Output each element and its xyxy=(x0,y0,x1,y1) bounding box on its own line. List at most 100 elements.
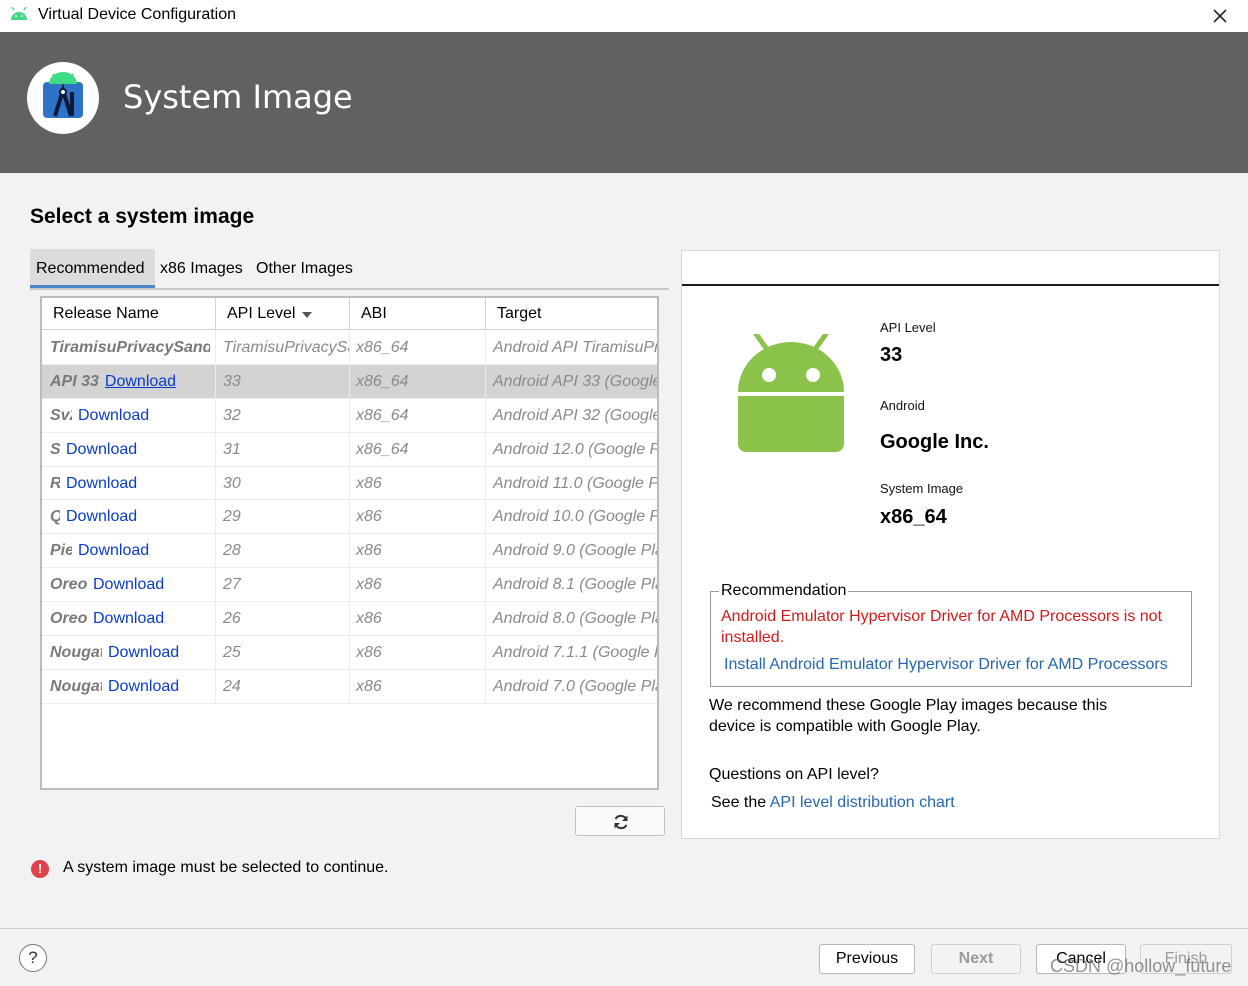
cell-abi: x86 xyxy=(350,500,486,534)
android-label: Android xyxy=(880,398,925,413)
header-banner: System Image xyxy=(0,32,1248,173)
table-body: TiramisuPrivacySandbox TiramisuPrivacySan… xyxy=(42,331,657,704)
cell-api-level: 26 xyxy=(216,602,350,636)
cell-api-level: 33 xyxy=(216,364,350,398)
see-chart-text: See the API level distribution chart xyxy=(711,794,955,812)
table-row[interactable]: API 33 Download 33 x86_64 Android API 33 (Go… xyxy=(42,364,657,399)
install-hypervisor-link[interactable]: Install Android Emulator Hypervisor Driv… xyxy=(724,656,1168,674)
cell-api-level: 32 xyxy=(216,398,350,432)
table-row[interactable]: Nougat Download 24 x86 Android 7.0 (Google P… xyxy=(42,669,657,704)
table-row[interactable]: TiramisuPrivacySandbox TiramisuPrivacySan… xyxy=(42,331,657,365)
download-link[interactable]: Download xyxy=(66,475,137,492)
column-header-api-level-label: API Level xyxy=(227,305,296,322)
release-name: Nougat xyxy=(50,677,102,695)
cell-api-level: TiramisuPrivacySandbox xyxy=(216,331,350,364)
table-row[interactable]: Oreo Download 27x86 Android 8.1 (Google Pla… xyxy=(42,568,657,603)
cell-api-level: 24 xyxy=(216,669,350,703)
sort-descending-icon xyxy=(302,312,312,318)
cell-release-name: TiramisuPrivacySandbox xyxy=(42,331,216,364)
cell-target: Android 12.0 (Google Play) xyxy=(493,440,657,458)
cell-api-level: 31 xyxy=(216,432,350,466)
column-header-api-level[interactable]: API Level xyxy=(216,298,350,330)
cell-abi: x86 xyxy=(350,568,486,602)
error-icon: ! xyxy=(31,860,49,878)
cell-release-name: Oreo Download xyxy=(42,602,216,636)
recommendation-paragraph: We recommend these Google Play images be… xyxy=(709,697,1108,735)
cell-target: Android 7.1.1 (Google Play) xyxy=(493,644,657,662)
release-name: Q xyxy=(50,500,60,533)
cell-abi: x86_64 xyxy=(350,398,486,432)
cell-target: Android API 33 (Google Play) xyxy=(493,372,657,390)
table-row[interactable]: Pie Download 28x86 Android 9.0 (Google Play… xyxy=(42,534,657,569)
download-link[interactable]: Download xyxy=(105,373,176,390)
close-icon[interactable] xyxy=(1208,4,1232,28)
tab-recommended[interactable]: Recommended xyxy=(30,249,155,288)
cell-release-name: API 33 Download xyxy=(42,364,216,398)
cell-release-name: Q Download xyxy=(42,500,216,534)
window-title: Virtual Device Configuration xyxy=(38,6,237,23)
android-vendor-value: Google Inc. xyxy=(880,431,989,453)
system-image-table[interactable]: Release Name API Level ABI Target Tirami… xyxy=(40,296,659,790)
download-link[interactable]: Download xyxy=(78,407,149,424)
panel-divider xyxy=(682,284,1219,286)
refresh-button[interactable] xyxy=(575,806,665,836)
cell-release-name: R Download xyxy=(42,466,216,500)
cell-target: Android 9.0 (Google Play) xyxy=(493,542,657,560)
cell-abi: x86 xyxy=(350,602,486,636)
table-row[interactable]: R Download 30x86 Android 11.0 (Google Play) xyxy=(42,466,657,501)
recommendation-box: Recommendation Android Emulator Hypervis… xyxy=(710,582,1192,687)
cell-target: Android API TiramisuPrivacySandbox xyxy=(493,339,657,356)
tab-other-images[interactable]: Other Images xyxy=(256,249,366,288)
table-row[interactable]: Sv2 Download 32x86_64 Android API 32 (Googl… xyxy=(42,398,657,433)
footer-divider xyxy=(0,928,1248,929)
cell-release-name: Oreo Download xyxy=(42,568,216,602)
download-link[interactable]: Download xyxy=(93,576,164,593)
android-robot-icon xyxy=(736,331,846,457)
see-prefix: See the xyxy=(711,794,770,811)
previous-button[interactable]: Previous xyxy=(819,944,915,974)
cell-target: Android API 32 (Google Play) xyxy=(493,406,657,424)
tab-x86-images[interactable]: x86 Images xyxy=(160,249,250,288)
cell-abi: x86_64 xyxy=(350,331,486,364)
download-link[interactable]: Download xyxy=(108,644,179,661)
download-link[interactable]: Download xyxy=(93,610,164,627)
next-button[interactable]: Next xyxy=(931,944,1021,974)
release-name: TiramisuPrivacySandbox xyxy=(50,339,210,356)
cell-api-level: 27 xyxy=(216,568,350,602)
download-link[interactable]: Download xyxy=(78,542,149,559)
cell-target: Android 11.0 (Google Play) xyxy=(493,474,657,492)
table-row[interactable]: S Download 31x86_64 Android 12.0 (Google Pl… xyxy=(42,432,657,467)
cell-abi: x86 xyxy=(350,669,486,703)
table-row[interactable]: Oreo Download 26x86 Android 8.0 (Google Pla… xyxy=(42,602,657,637)
download-link[interactable]: Download xyxy=(66,441,137,458)
release-name: Pie xyxy=(50,542,72,560)
system-image-value: x86_64 xyxy=(880,506,947,528)
table-row[interactable]: Q Download 29x86 Android 10.0 (Google Play) xyxy=(42,500,657,535)
android-studio-icon xyxy=(27,62,99,134)
download-link[interactable]: Download xyxy=(66,508,137,525)
watermark: CSDN @hollow_future xyxy=(1050,956,1232,976)
cell-release-name: Nougat Download xyxy=(42,669,216,703)
column-header-target[interactable]: Target xyxy=(486,298,657,330)
release-name: Oreo xyxy=(50,610,87,628)
cell-abi: x86_64 xyxy=(350,432,486,466)
cell-api-level: 28 xyxy=(216,534,350,568)
help-button[interactable]: ? xyxy=(19,944,47,972)
cell-abi: x86 xyxy=(350,636,486,670)
download-link[interactable]: Download xyxy=(108,678,179,695)
system-image-label: System Image xyxy=(880,481,964,496)
page-title: System Image xyxy=(123,78,353,116)
release-name: Nougat xyxy=(50,644,102,662)
api-distribution-chart-link[interactable]: API level distribution chart xyxy=(770,794,955,811)
cell-release-name: Nougat Download xyxy=(42,636,216,670)
cell-target: Android 10.0 (Google Play) xyxy=(493,508,657,526)
table-header: Release Name API Level ABI Target xyxy=(42,298,657,330)
release-name: Oreo xyxy=(50,576,87,594)
cell-api-level: 29 xyxy=(216,500,350,534)
cell-target: Android 7.0 (Google Play) xyxy=(493,677,657,695)
window-titlebar: Virtual Device Configuration xyxy=(0,0,1248,32)
release-name: S xyxy=(50,440,60,458)
column-header-release-name[interactable]: Release Name xyxy=(42,298,216,330)
column-header-abi[interactable]: ABI xyxy=(350,298,486,330)
table-row[interactable]: Nougat Download 25 x86 Android 7.1.1 (Google… xyxy=(42,636,657,670)
